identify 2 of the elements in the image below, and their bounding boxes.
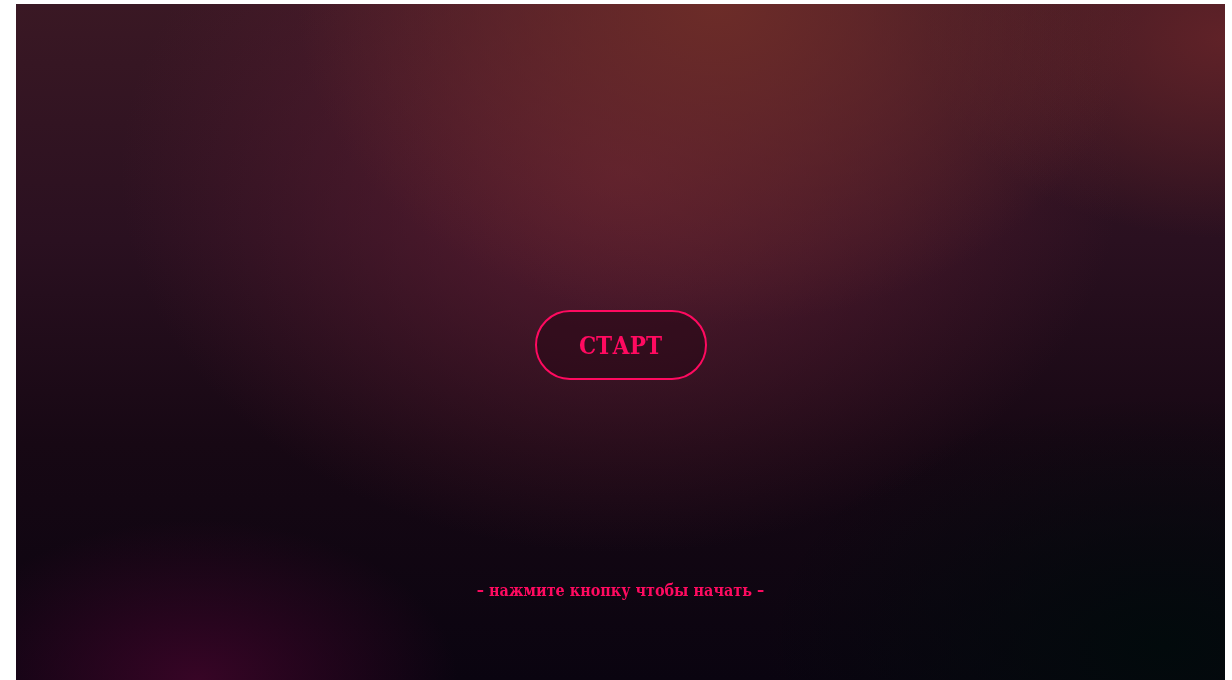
- start-button[interactable]: СТАРТ: [534, 310, 707, 380]
- hint-text: – нажмите кнопку чтобы начать –: [476, 581, 765, 600]
